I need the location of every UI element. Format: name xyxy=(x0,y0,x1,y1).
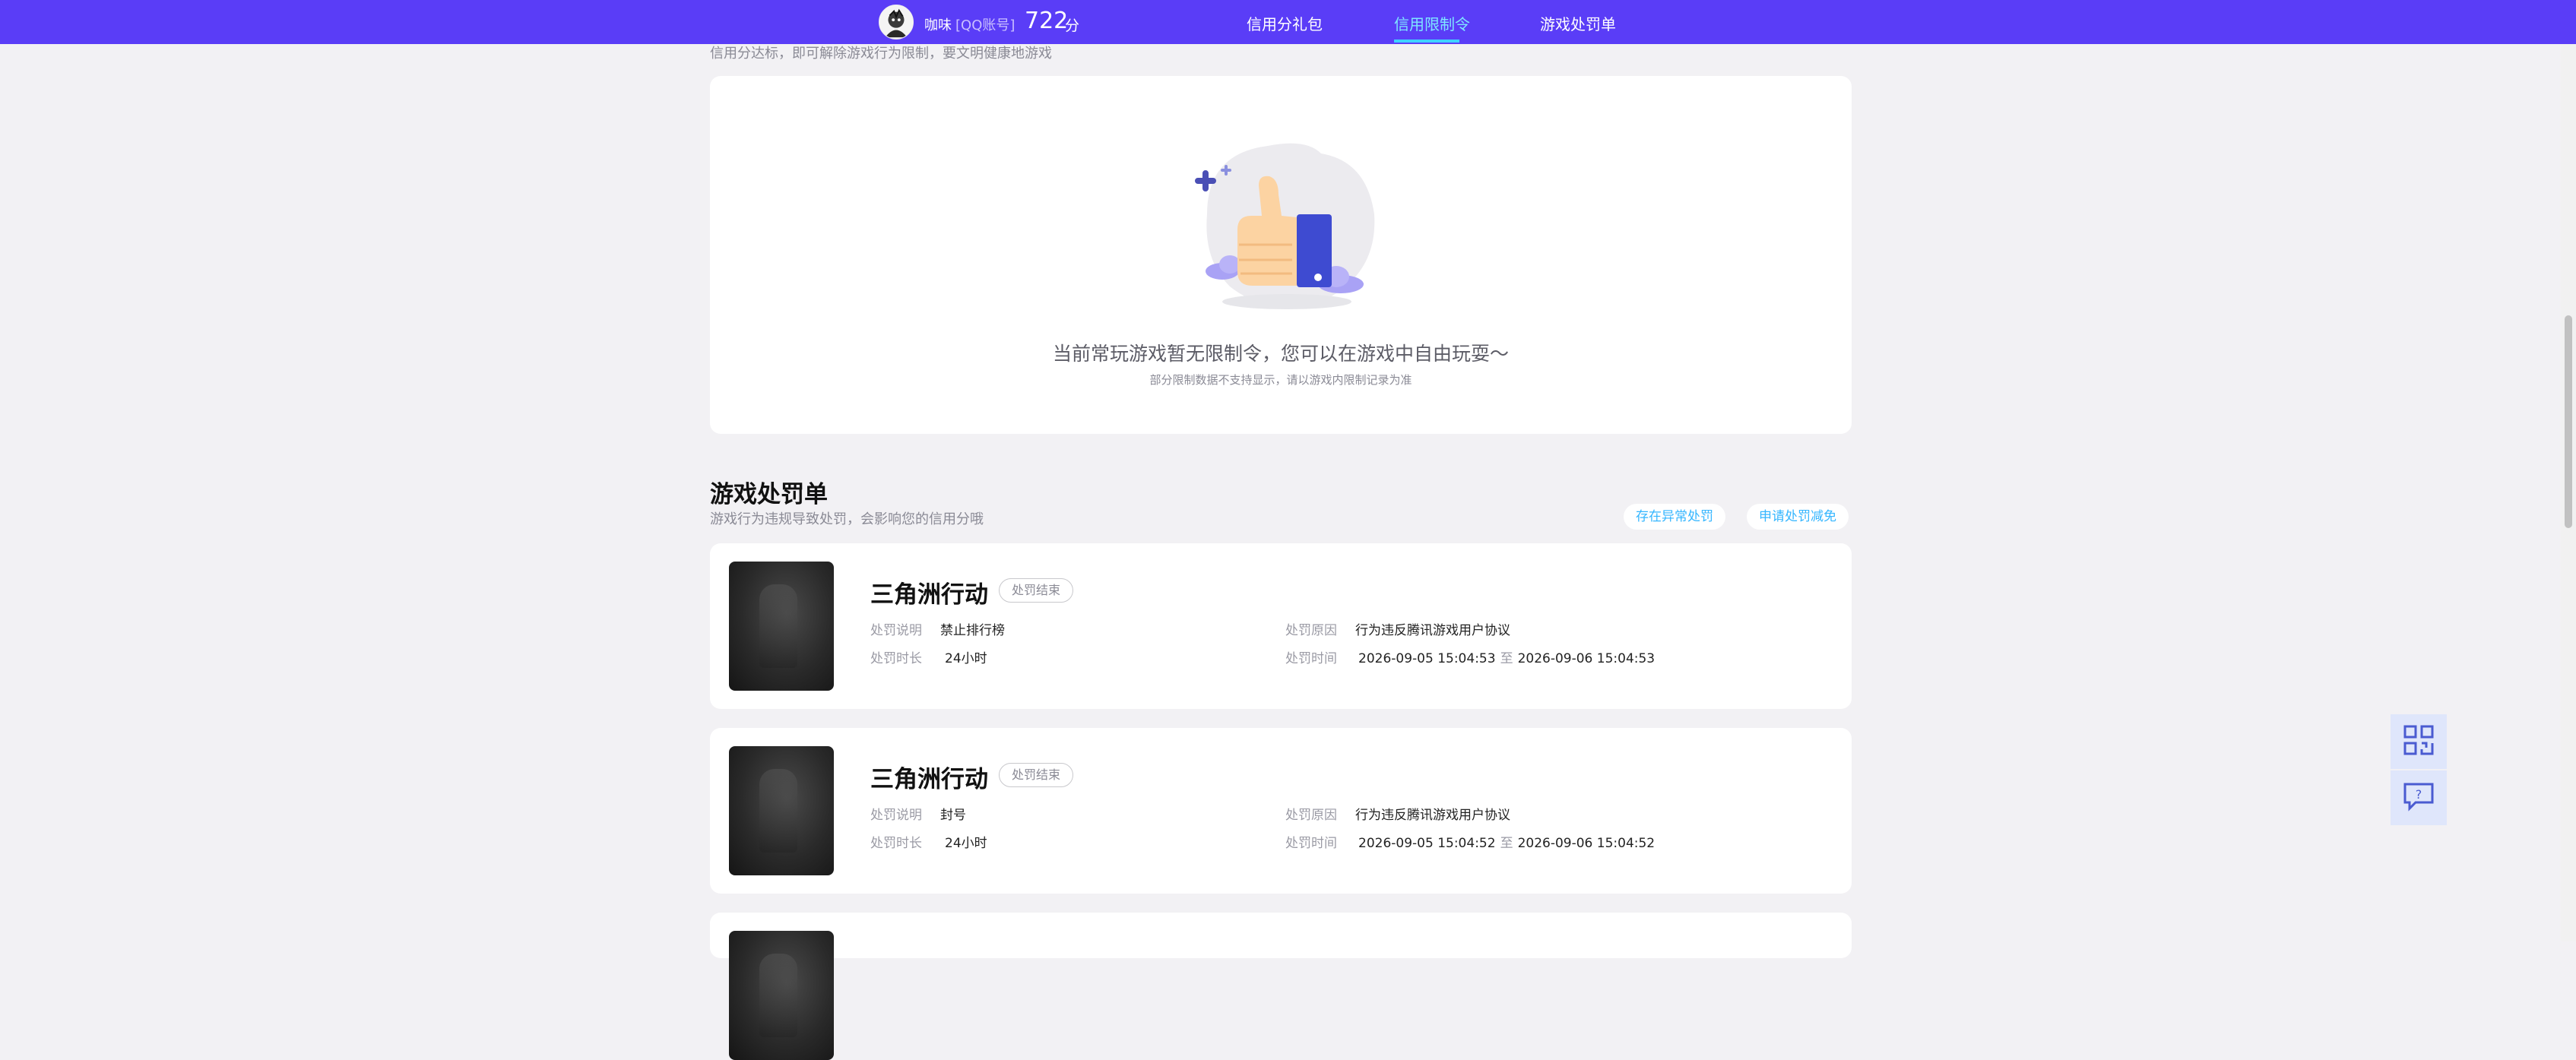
scrollbar-thumb[interactable] xyxy=(2565,315,2572,528)
desc-value: 封号 xyxy=(940,808,966,823)
username: 咖味 xyxy=(924,17,952,33)
penalty-card[interactable]: 三角洲行动 处罚结束 处罚说明 禁止排行榜 处罚时长 24小时 处罚原因 行为违… xyxy=(710,543,1852,709)
desc-value: 禁止排行榜 xyxy=(940,623,1005,638)
qr-code-button[interactable] xyxy=(2391,714,2447,769)
help-chat-button[interactable]: ? xyxy=(2391,770,2447,825)
game-thumbnail xyxy=(729,562,834,691)
restriction-description: 信用分达标，即可解除游戏行为限制，要文明健康地游戏 xyxy=(710,46,1052,62)
avatar[interactable] xyxy=(879,5,914,40)
time-label: 处罚时间 xyxy=(1285,836,1337,851)
reason-label: 处罚原因 xyxy=(1285,808,1337,823)
reason-label: 处罚原因 xyxy=(1285,623,1337,638)
game-name: 三角洲行动 xyxy=(870,581,988,609)
help-chat-icon: ? xyxy=(2402,780,2435,816)
time-start: 2026-09-05 15:04:53 xyxy=(1358,651,1496,666)
score-unit: 分 xyxy=(1065,17,1080,34)
empty-note: 部分限制数据不支持显示，请以游戏内限制记录为准 xyxy=(1149,373,1412,387)
penalty-card[interactable] xyxy=(710,913,1852,1060)
nav-credit-gift[interactable]: 信用分礼包 xyxy=(1247,12,1323,34)
time-value: 2026-09-05 15:04:52 至 2026-09-06 15:04:52 xyxy=(1358,832,1655,851)
time-separator: 至 xyxy=(1500,836,1513,851)
credit-score: 722 xyxy=(1025,8,1069,34)
apply-penalty-reduction-button[interactable]: 申请处罚减免 xyxy=(1747,504,1849,530)
nav-active-underline xyxy=(1394,40,1459,43)
reason-value: 行为违反腾讯游戏用户协议 xyxy=(1355,808,1510,823)
duration-value: 24小时 xyxy=(945,836,987,851)
svg-text:?: ? xyxy=(2416,787,2422,802)
empty-message: 当前常玩游戏暂无限制令，您可以在游戏中自由玩耍～ xyxy=(1052,343,1509,365)
penalty-section-subtitle: 游戏行为违规导致处罚，会影响您的信用分哦 xyxy=(710,511,984,527)
penalty-card[interactable]: 三角洲行动 处罚结束 处罚说明 封号 处罚时长 24小时 处罚原因 行为违反腾讯… xyxy=(710,728,1852,894)
duration-label: 处罚时长 xyxy=(870,651,922,666)
desc-label: 处罚说明 xyxy=(870,808,922,823)
time-start: 2026-09-05 15:04:52 xyxy=(1358,836,1496,851)
nav-game-penalty[interactable]: 游戏处罚单 xyxy=(1540,12,1616,34)
game-thumbnail xyxy=(729,746,834,875)
restriction-empty-card: 当前常玩游戏暂无限制令，您可以在游戏中自由玩耍～ 部分限制数据不支持显示，请以游… xyxy=(710,76,1852,434)
reason-value: 行为违反腾讯游戏用户协议 xyxy=(1355,623,1510,638)
thumbs-up-illustration xyxy=(1177,131,1397,321)
nav-credit-restriction[interactable]: 信用限制令 xyxy=(1394,12,1470,34)
time-separator: 至 xyxy=(1500,651,1513,666)
report-abnormal-penalty-button[interactable]: 存在异常处罚 xyxy=(1624,504,1725,530)
status-badge: 处罚结束 xyxy=(999,763,1074,787)
qr-code-icon xyxy=(2402,723,2435,760)
account-type: [QQ账号] xyxy=(955,17,1016,33)
status-badge: 处罚结束 xyxy=(999,578,1074,603)
time-end: 2026-09-06 15:04:52 xyxy=(1517,836,1656,851)
duration-label: 处罚时长 xyxy=(870,836,922,851)
top-bar: 咖味 [QQ账号] 722 分 信用分礼包 信用限制令 游戏处罚单 xyxy=(0,0,2576,44)
time-end: 2026-09-06 15:04:53 xyxy=(1517,651,1656,666)
game-name: 三角洲行动 xyxy=(870,766,988,793)
duration-value: 24小时 xyxy=(945,651,987,666)
desc-label: 处罚说明 xyxy=(870,623,922,638)
game-thumbnail xyxy=(729,931,834,1060)
time-label: 处罚时间 xyxy=(1285,651,1337,666)
time-value: 2026-09-05 15:04:53 至 2026-09-06 15:04:53 xyxy=(1358,647,1655,666)
penalty-section-title: 游戏处罚单 xyxy=(710,481,828,508)
